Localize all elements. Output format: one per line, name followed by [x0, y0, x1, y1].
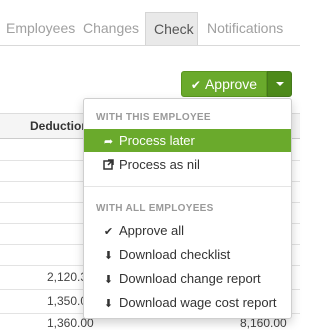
approve-label: Approve [204, 76, 258, 92]
chevron-down-icon [276, 82, 284, 86]
download-icon: ⬇ [103, 274, 114, 286]
menu-item-label: Process as nil [119, 157, 200, 172]
tab-employees[interactable]: Employees [0, 12, 83, 44]
table-cell: 2,120.3 [47, 270, 88, 284]
menu-item-process-later[interactable]: ➦ Process later [84, 129, 291, 152]
tab-notifications[interactable]: Notifications [199, 12, 291, 44]
approve-dropdown-menu: WITH THIS EMPLOYEE ➦ Process later Proces… [83, 98, 292, 319]
share-arrow-icon: ➦ [103, 136, 114, 148]
menu-item-download-checklist[interactable]: ⬇ Download checklist [84, 243, 291, 266]
menu-item-label: Download checklist [119, 247, 231, 262]
menu-item-label: Process later [119, 133, 195, 148]
table-cell: 1,350.0 [47, 294, 88, 308]
tab-check[interactable]: Check [145, 12, 198, 45]
menu-divider [84, 186, 291, 187]
menu-section-header: WITH THIS EMPLOYEE [96, 112, 211, 123]
approve-dropdown-toggle[interactable] [267, 71, 292, 97]
menu-item-download-change-report[interactable]: ⬇ Download change report [84, 267, 291, 290]
menu-item-label: Download wage cost report [119, 295, 277, 310]
menu-item-process-as-nil[interactable]: Process as nil [84, 153, 291, 176]
external-link-icon [102, 155, 115, 178]
tab-changes[interactable]: Changes [75, 12, 147, 44]
approve-button[interactable]: ✔ Approve [181, 71, 267, 97]
menu-item-download-wage-cost-report[interactable]: ⬇ Download wage cost report [84, 291, 291, 314]
tab-bar: Employees Changes Check Notifications [0, 12, 300, 46]
checkmark-icon: ✔ [190, 78, 201, 92]
download-icon: ⬇ [103, 250, 114, 262]
checkmark-icon: ✔ [103, 226, 114, 238]
menu-item-label: Approve all [119, 223, 185, 238]
download-icon: ⬇ [103, 298, 114, 310]
menu-item-approve-all[interactable]: ✔ Approve all [84, 219, 291, 242]
menu-section-header: WITH ALL EMPLOYEES [96, 203, 214, 214]
menu-item-label: Download change report [119, 271, 261, 286]
